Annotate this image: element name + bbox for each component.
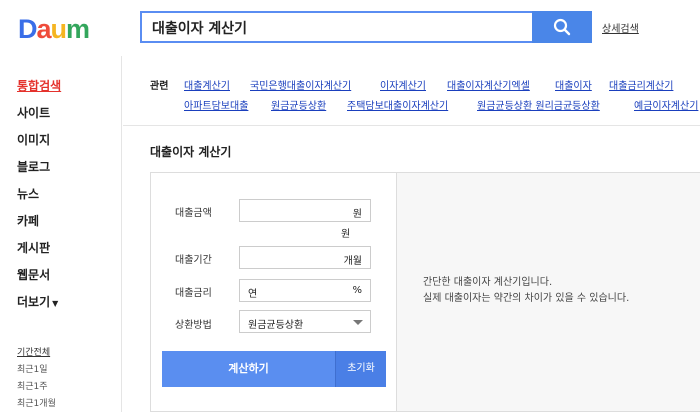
period-unit: 개월 bbox=[343, 256, 362, 267]
logo-letter-d: D bbox=[18, 14, 37, 44]
chevron-down-icon bbox=[353, 320, 363, 325]
period-1week[interactable]: 최근1주 bbox=[17, 379, 48, 392]
related-link[interactable]: 예금이자계산기 bbox=[634, 97, 698, 112]
logo-letter-a: a bbox=[36, 14, 52, 44]
related-link[interactable]: 대출계산기 bbox=[184, 77, 230, 92]
sidebar-item-cafe[interactable]: 카페 bbox=[17, 212, 39, 229]
more-label: 더보기 bbox=[17, 295, 51, 309]
related-link[interactable]: 대출이자계산기엑셀 bbox=[447, 77, 530, 92]
sidebar: 통합검색 사이트 이미지 블로그 뉴스 카페 게시판 웹문서 더보기 ▼ 기간전체… bbox=[0, 56, 122, 412]
related-link[interactable]: 국민은행대출이자계산기 bbox=[250, 77, 351, 92]
sidebar-item-news[interactable]: 뉴스 bbox=[17, 185, 39, 202]
search-icon bbox=[553, 18, 571, 36]
sidebar-item-more[interactable]: 더보기 ▼ bbox=[17, 293, 58, 310]
related-link[interactable]: 대출금리계산기 bbox=[609, 77, 673, 92]
search-query: 대출이자 계산기 bbox=[152, 21, 248, 37]
sidebar-item-webdoc[interactable]: 웹문서 bbox=[17, 266, 50, 283]
period-all[interactable]: 기간전체 bbox=[17, 345, 50, 358]
method-label: 상환방법 bbox=[175, 320, 212, 331]
amount-korean-unit: 원 bbox=[341, 229, 351, 240]
sidebar-item-integrated[interactable]: 통합검색 bbox=[17, 77, 61, 94]
loan-calculator: 대출금액 원 원 대출기간 개월 대출금리 연 % 상환방법 원금균등상환 계산… bbox=[150, 172, 700, 412]
related-link[interactable]: 대출이자 bbox=[555, 77, 592, 92]
rate-unit: % bbox=[352, 285, 362, 296]
calculator-form: 대출금액 원 원 대출기간 개월 대출금리 연 % 상환방법 원금균등상환 계산… bbox=[151, 173, 397, 411]
search-input[interactable]: 대출이자 계산기 bbox=[140, 11, 532, 43]
logo-letter-m: m bbox=[66, 14, 90, 44]
related-link[interactable]: 원금균등상환 bbox=[271, 97, 326, 112]
period-1day[interactable]: 최근1일 bbox=[17, 362, 48, 375]
sidebar-item-board[interactable]: 게시판 bbox=[17, 239, 50, 256]
sidebar-item-site[interactable]: 사이트 bbox=[17, 104, 50, 121]
search-button[interactable] bbox=[532, 11, 592, 43]
logo-letter-u: u bbox=[50, 14, 67, 44]
method-selected: 원금균등상환 bbox=[248, 320, 304, 331]
daum-logo[interactable]: Daum bbox=[18, 14, 90, 45]
related-label: 관련 bbox=[150, 81, 169, 92]
advanced-search-link[interactable]: 상세검색 bbox=[602, 20, 639, 35]
related-link[interactable]: 이자계산기 bbox=[380, 77, 426, 92]
period-input[interactable]: 개월 bbox=[239, 246, 371, 269]
related-searches: 관련 대출계산기 국민은행대출이자계산기 이자계산기 대출이자계산기엑셀 대출이… bbox=[123, 56, 700, 126]
calculator-title: 대출이자 계산기 bbox=[150, 145, 232, 159]
amount-label: 대출금액 bbox=[175, 208, 212, 219]
period-1month[interactable]: 최근1개월 bbox=[17, 396, 56, 409]
method-select[interactable]: 원금균등상환 bbox=[239, 310, 371, 333]
description-line: 실제 대출이자는 약간의 차이가 있을 수 있습니다. bbox=[423, 293, 630, 304]
header: Daum 대출이자 계산기 상세검색 bbox=[0, 0, 700, 56]
description-line: 간단한 대출이자 계산기입니다. bbox=[423, 277, 553, 288]
related-link[interactable]: 주택담보대출이자계산기 bbox=[347, 97, 448, 112]
calculator-info: 간단한 대출이자 계산기입니다. 실제 대출이자는 약간의 차이가 있을 수 있… bbox=[397, 173, 700, 411]
reset-button[interactable]: 초기화 bbox=[335, 351, 386, 387]
amount-unit: 원 bbox=[352, 209, 362, 220]
sidebar-item-blog[interactable]: 블로그 bbox=[17, 158, 50, 175]
sidebar-item-image[interactable]: 이미지 bbox=[17, 131, 50, 148]
rate-prefix: 연 bbox=[248, 289, 258, 300]
amount-input[interactable]: 원 bbox=[239, 199, 371, 222]
rate-input[interactable]: 연 % bbox=[239, 279, 371, 302]
related-link[interactable]: 원금균등상환 원리금균등상환 bbox=[477, 97, 600, 112]
related-link[interactable]: 아파트담보대출 bbox=[184, 97, 248, 112]
calculate-button[interactable]: 계산하기 bbox=[162, 351, 335, 387]
chevron-down-icon: ▼ bbox=[52, 299, 59, 308]
rate-label: 대출금리 bbox=[175, 288, 212, 299]
period-label: 대출기간 bbox=[175, 255, 212, 266]
